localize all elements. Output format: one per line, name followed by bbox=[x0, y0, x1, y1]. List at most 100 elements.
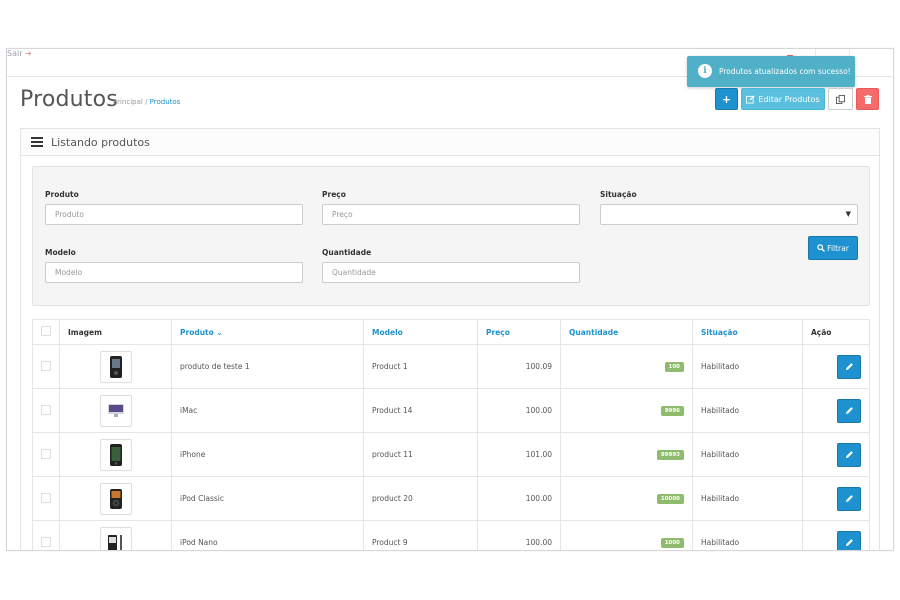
imac-image-icon bbox=[107, 403, 124, 417]
breadcrumb-item-produtos[interactable]: Produtos bbox=[150, 98, 181, 106]
row-modelo: Product 1 bbox=[363, 344, 478, 389]
edit-row-button[interactable] bbox=[837, 398, 861, 423]
product-thumbnail[interactable] bbox=[99, 482, 132, 515]
select-caret-icon: ▼ bbox=[845, 210, 851, 218]
panel-title: Listando produtos bbox=[51, 135, 150, 149]
product-thumbnail[interactable] bbox=[99, 394, 132, 427]
copy-icon bbox=[836, 94, 845, 104]
chevron-down-icon: ⌄ bbox=[216, 327, 223, 337]
row-action-cell bbox=[802, 520, 870, 550]
row-select-cell bbox=[32, 520, 60, 550]
edit-row-button[interactable] bbox=[837, 486, 861, 511]
select-all-cell bbox=[32, 319, 60, 345]
row-produto: iPod Classic bbox=[171, 476, 364, 521]
edit-row-button[interactable] bbox=[837, 354, 861, 379]
plus-icon: + bbox=[721, 92, 732, 106]
quantity-badge: 10000 bbox=[656, 494, 684, 504]
filter-produto-placeholder: Produto bbox=[55, 210, 84, 219]
row-produto: produto de teste 1 bbox=[171, 344, 364, 389]
row-situacao: Habilitado bbox=[692, 520, 803, 550]
toast-message: Produtos atualizados com sucesso! bbox=[719, 67, 851, 76]
row-quantidade-cell: 100 bbox=[560, 344, 693, 389]
trash-icon bbox=[863, 94, 872, 104]
row-quantidade-cell: 99993 bbox=[560, 432, 693, 477]
filter-preco-input[interactable]: Preço bbox=[322, 204, 580, 225]
filter-situacao-select[interactable]: ▼ bbox=[600, 204, 858, 225]
sign-out-icon: ➜ bbox=[25, 49, 32, 58]
row-checkbox[interactable] bbox=[41, 492, 51, 503]
filter-produto-input[interactable]: Produto bbox=[45, 204, 303, 225]
row-select-cell bbox=[32, 388, 60, 433]
quantity-badge: 100 bbox=[664, 362, 684, 372]
list-icon bbox=[31, 137, 43, 147]
col-preco-label: Preço bbox=[486, 327, 510, 337]
pencil-icon bbox=[845, 363, 853, 371]
quantity-badge: 1000 bbox=[660, 538, 684, 548]
table-row: produto de teste 1 Product 1 100.09 100 … bbox=[32, 344, 870, 389]
pencil-icon bbox=[845, 451, 853, 459]
row-checkbox[interactable] bbox=[41, 404, 51, 415]
breadcrumb: Principal / Produtos bbox=[113, 98, 180, 106]
row-action-cell bbox=[802, 388, 870, 433]
filter-modelo-input[interactable]: Modelo bbox=[45, 262, 303, 283]
pencil-icon bbox=[845, 407, 853, 415]
table-header-row: Imagem Produto ⌄ Modelo Preço Quantidade bbox=[32, 319, 870, 345]
product-thumbnail[interactable] bbox=[99, 438, 132, 471]
col-modelo[interactable]: Modelo bbox=[363, 319, 478, 345]
search-icon bbox=[817, 244, 826, 252]
products-table: Imagem Produto ⌄ Modelo Preço Quantidade bbox=[32, 319, 870, 550]
row-checkbox[interactable] bbox=[41, 360, 51, 371]
row-checkbox[interactable] bbox=[41, 536, 51, 547]
pencil-square-icon bbox=[746, 94, 755, 104]
col-modelo-label: Modelo bbox=[372, 327, 403, 337]
col-quantidade[interactable]: Quantidade bbox=[560, 319, 693, 345]
filter-situacao-label: Situação bbox=[600, 190, 637, 199]
delete-button[interactable] bbox=[856, 88, 879, 110]
row-quantidade-cell: 10000 bbox=[560, 476, 693, 521]
col-produto[interactable]: Produto ⌄ bbox=[171, 319, 364, 345]
col-situacao[interactable]: Situação bbox=[692, 319, 803, 345]
phone-image-icon bbox=[109, 355, 122, 378]
quantity-badge: 99993 bbox=[656, 450, 684, 460]
row-action-cell bbox=[802, 344, 870, 389]
edit-row-button[interactable] bbox=[837, 442, 861, 467]
filter-produto-label: Produto bbox=[45, 190, 79, 199]
filter-box: Produto Produto Preço Preço Situação ▼ M… bbox=[32, 166, 870, 306]
quantity-badge: 9996 bbox=[660, 406, 684, 416]
success-toast: i Produtos atualizados com sucesso! bbox=[687, 56, 855, 87]
add-product-button[interactable]: + bbox=[715, 88, 738, 110]
edit-row-button[interactable] bbox=[837, 530, 861, 550]
filter-button[interactable]: Filtrar bbox=[808, 236, 858, 260]
header-actions: + Editar Produtos bbox=[715, 88, 879, 110]
row-preco: 100.00 bbox=[477, 388, 561, 433]
table-row: iPhone product 11 101.00 99993 Habilitad… bbox=[32, 432, 870, 477]
filter-modelo-label: Modelo bbox=[45, 248, 76, 257]
row-quantidade-cell: 9996 bbox=[560, 388, 693, 433]
row-situacao: Habilitado bbox=[692, 388, 803, 433]
row-produto: iMac bbox=[171, 388, 364, 433]
breadcrumb-item-principal[interactable]: Principal bbox=[113, 98, 143, 106]
col-produto-label: Produto bbox=[180, 327, 214, 337]
col-preco[interactable]: Preço bbox=[477, 319, 561, 345]
row-action-cell bbox=[802, 476, 870, 521]
filter-quantidade-input[interactable]: Quantidade bbox=[322, 262, 580, 283]
row-checkbox[interactable] bbox=[41, 448, 51, 459]
ipod-classic-image-icon bbox=[109, 488, 122, 509]
product-thumbnail[interactable] bbox=[99, 526, 132, 550]
page-title: Produtos bbox=[20, 87, 118, 112]
select-all-checkbox[interactable] bbox=[41, 326, 51, 336]
row-modelo: Product 9 bbox=[363, 520, 478, 550]
info-icon: i bbox=[698, 64, 712, 78]
row-modelo: Product 14 bbox=[363, 388, 478, 433]
edit-products-button[interactable]: Editar Produtos bbox=[741, 88, 825, 110]
row-select-cell bbox=[32, 476, 60, 521]
product-thumbnail[interactable] bbox=[99, 350, 132, 383]
row-action-cell bbox=[802, 432, 870, 477]
copy-button[interactable] bbox=[828, 88, 853, 110]
filter-quantidade-placeholder: Quantidade bbox=[332, 268, 376, 277]
row-image-cell bbox=[59, 520, 172, 550]
row-preco: 100.00 bbox=[477, 520, 561, 550]
table-row: iPod Classic product 20 100.00 10000 Hab… bbox=[32, 476, 870, 521]
col-acao: Ação bbox=[802, 319, 870, 345]
pencil-icon bbox=[845, 495, 853, 503]
